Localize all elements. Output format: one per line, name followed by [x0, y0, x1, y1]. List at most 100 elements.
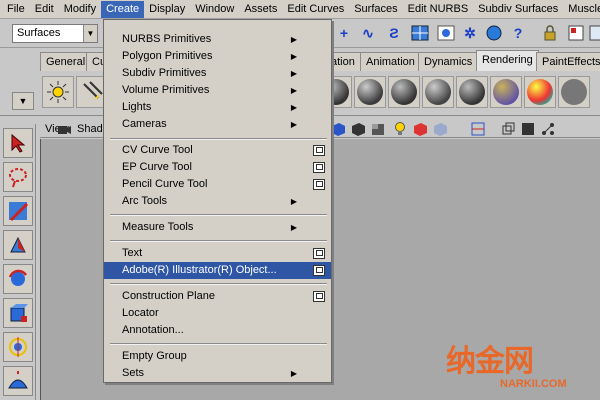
menu-item-nurbs-primitives[interactable]: NURBS Primitives ▶	[104, 31, 331, 48]
snap-curve-icon[interactable]: Ƨ	[384, 23, 404, 43]
option-box-icon[interactable]	[313, 265, 325, 276]
menu-item-cv-curve-tool[interactable]: CV Curve Tool	[104, 142, 331, 159]
grid-snap-icon[interactable]	[410, 23, 430, 43]
option-box-icon[interactable]	[313, 291, 325, 302]
menu-separator	[110, 240, 327, 242]
isolate-select-icon[interactable]	[520, 121, 536, 137]
textured-shade-icon[interactable]	[370, 121, 386, 137]
menu-assets[interactable]: Assets	[239, 1, 282, 18]
tab-animation[interactable]: Animation	[360, 52, 421, 71]
submenu-arrow-icon: ▶	[290, 223, 297, 232]
paint-select-icon[interactable]	[3, 196, 33, 226]
chevron-down-icon[interactable]: ▼	[83, 25, 97, 42]
add-icon[interactable]: +	[334, 23, 354, 43]
menu-item-ep-curve-tool[interactable]: EP Curve Tool	[104, 159, 331, 176]
gray-sphere-icon[interactable]	[558, 76, 590, 108]
hypershade-icon[interactable]: ✲	[460, 23, 480, 43]
menu-item-construction-plane[interactable]: Construction Plane	[104, 288, 331, 305]
menu-muscle[interactable]: Muscle	[563, 1, 600, 18]
help-icon[interactable]: ?	[508, 23, 528, 43]
menu-separator	[110, 138, 327, 140]
wire-cube-icon[interactable]	[500, 121, 516, 137]
grid-icon[interactable]	[470, 121, 486, 137]
sphere-render-icon[interactable]	[484, 23, 504, 43]
material-sphere-2-icon[interactable]	[354, 76, 386, 108]
menu-item-arc-tools[interactable]: Arc Tools ▶	[104, 193, 331, 210]
menu-surfaces[interactable]: Surfaces	[349, 1, 402, 18]
menu-subdiv-surfaces[interactable]: Subdiv Surfaces	[473, 1, 563, 18]
menu-item-subdiv-primitives[interactable]: Subdiv Primitives ▶	[104, 65, 331, 82]
curve-snap-icon[interactable]: ∿	[358, 23, 378, 43]
menu-item-pencil-curve-tool[interactable]: Pencil Curve Tool	[104, 176, 331, 193]
viewport-menu-shading[interactable]: Shad	[77, 121, 103, 137]
soft-modify-tool-icon[interactable]	[3, 366, 33, 396]
menu-edit-curves[interactable]: Edit Curves	[282, 1, 349, 18]
smooth-shade-icon[interactable]	[330, 121, 346, 137]
menu-edit-nurbs[interactable]: Edit NURBS	[403, 1, 474, 18]
ramp-sphere-icon[interactable]	[524, 76, 556, 108]
material-sphere-3-icon[interactable]	[388, 76, 420, 108]
xray-icon[interactable]	[432, 121, 448, 137]
menu-item-label: Annotation...	[122, 324, 184, 336]
lasso-tool-icon[interactable]	[3, 162, 33, 192]
shadow-icon[interactable]	[412, 121, 428, 137]
tab-curves[interactable]: Cu	[86, 52, 106, 71]
tab-painteffects[interactable]: PaintEffects	[536, 52, 600, 71]
menu-set-dropdown[interactable]: Surfaces ▼	[12, 24, 98, 43]
option-box-icon[interactable]	[313, 248, 325, 259]
menu-item-illustrator-object[interactable]: Adobe(R) Illustrator(R) Object...	[104, 262, 331, 279]
menu-bar: File Edit Modify Create Display Window A…	[0, 0, 600, 19]
menu-item-volume-primitives[interactable]: Volume Primitives ▶	[104, 82, 331, 99]
scale-tool-icon[interactable]	[3, 298, 33, 328]
menu-item-measure-tools[interactable]: Measure Tools ▶	[104, 219, 331, 236]
submenu-arrow-icon: ▶	[290, 35, 297, 44]
menu-file[interactable]: File	[2, 1, 30, 18]
menu-edit[interactable]: Edit	[30, 1, 59, 18]
texture-sphere-icon[interactable]	[490, 76, 522, 108]
menu-item-polygon-primitives[interactable]: Polygon Primitives ▶	[104, 48, 331, 65]
menu-modify[interactable]: Modify	[59, 1, 101, 18]
menu-item-label: Arc Tools	[122, 195, 168, 207]
submenu-arrow-icon: ▶	[290, 52, 297, 61]
menu-item-text[interactable]: Text	[104, 245, 331, 262]
material-sphere-4-icon[interactable]	[422, 76, 454, 108]
tab-rendering[interactable]: Rendering	[476, 50, 539, 71]
move-tool-icon[interactable]	[3, 230, 33, 260]
wireframe-shade-icon[interactable]	[350, 121, 366, 137]
menu-item-label: Lights	[122, 101, 152, 113]
shelf-menu-button[interactable]: ▼	[12, 92, 34, 110]
menu-item-cameras[interactable]: Cameras ▶	[104, 116, 331, 133]
tab-dynamics[interactable]: Dynamics	[418, 52, 479, 71]
menu-item-empty-group[interactable]: Empty Group	[104, 348, 331, 365]
menu-item-locator[interactable]: Locator	[104, 305, 331, 322]
menu-item-label: Sets	[122, 367, 145, 379]
hypergraph-icon[interactable]	[540, 121, 556, 137]
menu-item-label: Text	[122, 247, 143, 259]
menu-window[interactable]: Window	[190, 1, 239, 18]
option-box-icon[interactable]	[313, 145, 325, 156]
light-bulb-icon[interactable]	[392, 121, 408, 137]
material-sphere-5-icon[interactable]	[456, 76, 488, 108]
menu-item-lights[interactable]: Lights ▶	[104, 99, 331, 116]
menu-item-label: Measure Tools	[122, 221, 194, 233]
submenu-arrow-icon: ▶	[290, 120, 297, 129]
menu-display[interactable]: Display	[144, 1, 190, 18]
menu-item-sets[interactable]: Sets ▶	[104, 365, 331, 382]
select-tool-icon[interactable]	[3, 128, 33, 158]
channel-box-icon[interactable]	[566, 23, 586, 43]
menu-create[interactable]: Create	[101, 0, 145, 18]
render-settings-icon[interactable]	[436, 23, 456, 43]
submenu-arrow-icon: ▶	[290, 69, 297, 78]
lock-icon[interactable]	[540, 23, 560, 43]
menu-item-label: CV Curve Tool	[122, 144, 193, 156]
option-box-icon[interactable]	[313, 162, 325, 173]
option-box-icon[interactable]	[313, 179, 325, 190]
menu-item-annotation[interactable]: Annotation...	[104, 322, 331, 339]
rotate-tool-icon[interactable]	[3, 264, 33, 294]
menu-item-label: Pencil Curve Tool	[122, 178, 208, 190]
attribute-editor-icon[interactable]	[586, 23, 600, 43]
camera-icon[interactable]	[56, 121, 72, 137]
manipulator-tool-icon[interactable]	[3, 332, 33, 362]
ambient-light-icon[interactable]	[42, 76, 74, 108]
tab-general[interactable]: General	[40, 52, 92, 71]
